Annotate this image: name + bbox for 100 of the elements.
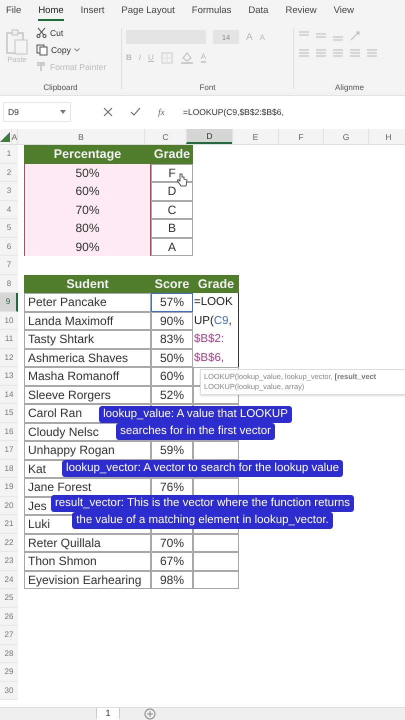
formula-text: UP(C9, xyxy=(193,314,233,328)
caption-text: result_vector: This is the vector where the function returns xyxy=(50,495,354,512)
row-header[interactable]: 21 xyxy=(0,515,18,534)
ribbon-tab[interactable]: Formulas xyxy=(192,2,232,20)
row-header[interactable]: 17 xyxy=(0,441,18,460)
column-header[interactable]: D xyxy=(186,129,232,144)
row-header[interactable]: 6 xyxy=(0,238,18,256)
ribbon-tab[interactable]: Page Layout xyxy=(121,2,175,20)
add-sheet-icon[interactable] xyxy=(144,708,156,720)
table-cell: Reter Quillala xyxy=(24,534,151,552)
scissors-icon xyxy=(36,27,47,38)
row-header[interactable]: 8 xyxy=(0,274,18,293)
table-cell: D xyxy=(151,182,193,200)
table-cell: 90% xyxy=(151,312,193,330)
caption-text: searches for in the first vector xyxy=(116,423,275,440)
align-icon[interactable] xyxy=(315,49,327,59)
row-header[interactable]: 26 xyxy=(0,608,18,626)
formula-text: $B$6, xyxy=(193,350,226,366)
insert-function-button[interactable]: fx xyxy=(158,107,165,117)
row-header[interactable]: 16 xyxy=(0,422,18,441)
align-icon[interactable] xyxy=(349,49,361,59)
column-header[interactable]: H xyxy=(368,129,405,144)
ribbon-tab[interactable]: File xyxy=(6,2,22,20)
row-header[interactable]: 10 xyxy=(0,312,18,330)
ribbon-tab[interactable]: View xyxy=(334,2,354,20)
formula-text: $B$2: xyxy=(193,332,226,347)
row-header[interactable]: 25 xyxy=(0,589,18,608)
row-header[interactable]: 24 xyxy=(0,570,18,589)
table-cell: 70% xyxy=(151,534,193,552)
table-cell xyxy=(193,570,239,589)
check-icon[interactable] xyxy=(130,107,142,117)
caption-text: lookup_vector: A vector to search for the lookup value xyxy=(62,460,343,477)
cell-editor[interactable]: =LOOK UP(C9, $B$2: $B$6, xyxy=(193,293,239,367)
sheet-tab[interactable]: 1 xyxy=(96,708,120,720)
row-header[interactable]: 4 xyxy=(0,200,18,219)
row-header[interactable]: 20 xyxy=(0,496,18,515)
row-header[interactable]: 18 xyxy=(0,460,18,478)
align-icon[interactable] xyxy=(366,49,378,59)
ribbon-tab[interactable]: Data xyxy=(248,2,268,20)
row-header[interactable]: 29 xyxy=(0,663,18,682)
borders-icon[interactable] xyxy=(160,52,173,64)
table-cell: Ashmerica Shaves xyxy=(24,348,151,367)
align-icon[interactable] xyxy=(332,49,344,59)
caption-text: the value of a matching element in lookup_vector. xyxy=(72,512,333,529)
row-header[interactable]: 5 xyxy=(0,219,18,238)
column-header[interactable]: E xyxy=(232,129,278,144)
column-header[interactable]: A xyxy=(11,129,17,144)
copy-icon xyxy=(36,44,48,56)
column-header[interactable]: G xyxy=(323,129,368,144)
cut-button[interactable]: Cut xyxy=(36,25,106,40)
caption-text: lookup_value: A value that LOOKUP xyxy=(99,406,292,423)
row-header[interactable]: 1 xyxy=(0,145,18,164)
group-label: Clipboard xyxy=(43,83,78,92)
row-header[interactable]: 14 xyxy=(0,386,18,404)
table-cell: 50% xyxy=(24,164,151,182)
select-all-icon[interactable] xyxy=(0,132,10,142)
column-header[interactable]: B xyxy=(17,129,144,144)
name-box[interactable]: D9 xyxy=(3,102,71,122)
row-header[interactable]: 15 xyxy=(0,404,18,422)
align-icon[interactable] xyxy=(298,49,310,59)
row-header[interactable]: 19 xyxy=(0,478,18,496)
table-cell: 52% xyxy=(151,386,193,404)
row-header[interactable]: 22 xyxy=(0,534,18,552)
header-cell: Sudent xyxy=(24,274,151,293)
row-header[interactable]: 23 xyxy=(0,552,18,570)
row-header[interactable]: 9 xyxy=(0,293,18,312)
row-header[interactable]: 13 xyxy=(0,367,18,386)
copy-button[interactable]: Copy xyxy=(36,42,106,57)
table-cell: Masha Romanoff xyxy=(24,367,151,386)
header-cell: Percentage xyxy=(24,145,151,164)
ribbon-tab[interactable]: Insert xyxy=(80,2,104,20)
row-header[interactable]: 12 xyxy=(0,348,18,367)
table-cell: Landa Maximoff xyxy=(24,312,151,330)
row-header[interactable]: 30 xyxy=(0,682,18,700)
table-cell: 67% xyxy=(151,552,193,570)
row-header[interactable]: 28 xyxy=(0,644,18,663)
table-cell: C xyxy=(151,200,193,219)
caret-icon xyxy=(74,48,80,52)
header-cell: Score xyxy=(151,274,193,293)
ribbon-tab[interactable]: Review xyxy=(285,2,317,20)
header-cell: Grade xyxy=(193,274,239,293)
table-cell: Peter Pancake xyxy=(24,293,151,312)
row-header[interactable]: 2 xyxy=(0,164,18,182)
row-header[interactable]: 27 xyxy=(0,626,18,644)
table-cell xyxy=(193,534,239,552)
row-header[interactable]: 11 xyxy=(0,330,18,348)
row-header[interactable]: 3 xyxy=(0,182,18,200)
clipboard-icon xyxy=(6,29,28,55)
group-label: Font xyxy=(199,83,216,92)
table-cell: Unhappy Rogan xyxy=(24,441,151,460)
column-header[interactable]: F xyxy=(278,129,323,144)
table-cell: 83% xyxy=(151,330,193,348)
hand-cursor-icon xyxy=(176,173,188,187)
table-cell xyxy=(193,552,239,570)
table-cell: Thon Shmon xyxy=(24,552,151,570)
close-icon[interactable] xyxy=(103,107,114,117)
row-header[interactable]: 7 xyxy=(0,256,18,274)
fill-color-icon[interactable] xyxy=(180,51,194,64)
header-cell: Grade xyxy=(151,145,193,164)
formula-text: =LOOK xyxy=(193,295,234,310)
